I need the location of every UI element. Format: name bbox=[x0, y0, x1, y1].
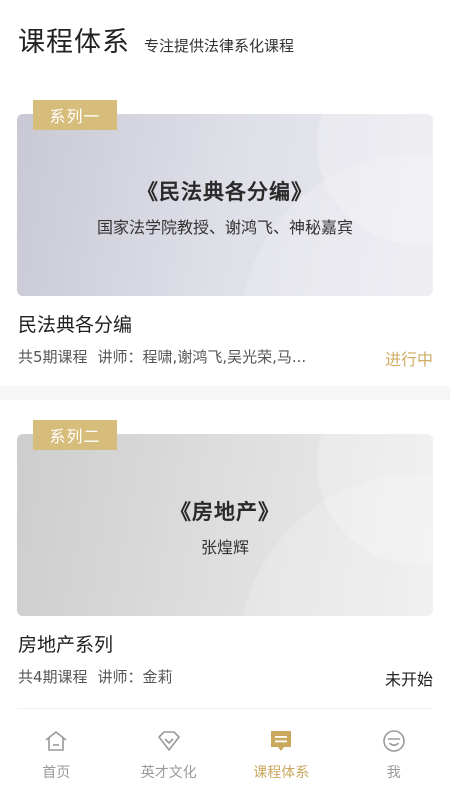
bottom-tabbar: 首页 英才文化 课程体系 我 bbox=[0, 718, 450, 800]
page-header: 课程体系 专注提供法律系化课程 bbox=[18, 20, 440, 66]
page-subtitle: 专注提供法律系化课程 bbox=[144, 37, 295, 55]
page-title: 课程体系 bbox=[18, 27, 130, 58]
course-name: 民法典各分编 bbox=[18, 314, 133, 336]
course-banner[interactable]: 《房地产》 张煌辉 bbox=[17, 434, 433, 616]
tab-label: 首页 bbox=[42, 765, 71, 781]
banner-subtitle: 张煌辉 bbox=[200, 538, 249, 557]
tab-me[interactable]: 我 bbox=[338, 718, 450, 800]
tab-culture[interactable]: 英才文化 bbox=[113, 718, 226, 800]
section-divider bbox=[0, 386, 450, 400]
course-teachers: 讲师：金莉 bbox=[97, 668, 173, 686]
banner-title: 《房地产》 bbox=[170, 500, 280, 524]
banner-title: 《民法典各分编》 bbox=[137, 180, 313, 204]
course-periods: 共5期课程 bbox=[18, 348, 88, 366]
course-meta: 共5期课程 讲师：程啸,谢鸿飞,吴光荣,马... bbox=[18, 346, 338, 367]
tab-courses[interactable]: 课程体系 bbox=[225, 718, 338, 800]
tab-label: 我 bbox=[386, 765, 401, 781]
message-icon bbox=[271, 731, 292, 751]
home-icon bbox=[45, 731, 67, 751]
course-name: 房地产系列 bbox=[18, 634, 114, 656]
course-periods: 共4期课程 bbox=[18, 668, 88, 686]
tab-label: 英才文化 bbox=[140, 765, 197, 781]
banner-subtitle: 国家法学院教授、谢鸿飞、神秘嘉宾 bbox=[96, 218, 353, 237]
status-badge: 进行中 bbox=[384, 350, 433, 369]
diamond-icon bbox=[157, 731, 180, 751]
course-banner[interactable]: 《民法典各分编》 国家法学院教授、谢鸿飞、神秘嘉宾 bbox=[17, 114, 433, 296]
tab-home[interactable]: 首页 bbox=[0, 718, 113, 800]
course-meta: 共4期课程 讲师：金莉 bbox=[18, 666, 338, 687]
series-tag: 系列一 bbox=[33, 100, 117, 130]
course-teachers: 讲师：程啸,谢鸿飞,吴光荣,马... bbox=[97, 348, 307, 366]
status-badge: 未开始 bbox=[384, 670, 433, 689]
tab-label: 课程体系 bbox=[253, 765, 310, 781]
tabbar-divider bbox=[17, 708, 433, 709]
series-tag: 系列二 bbox=[33, 420, 117, 450]
smiley-icon bbox=[382, 730, 405, 752]
